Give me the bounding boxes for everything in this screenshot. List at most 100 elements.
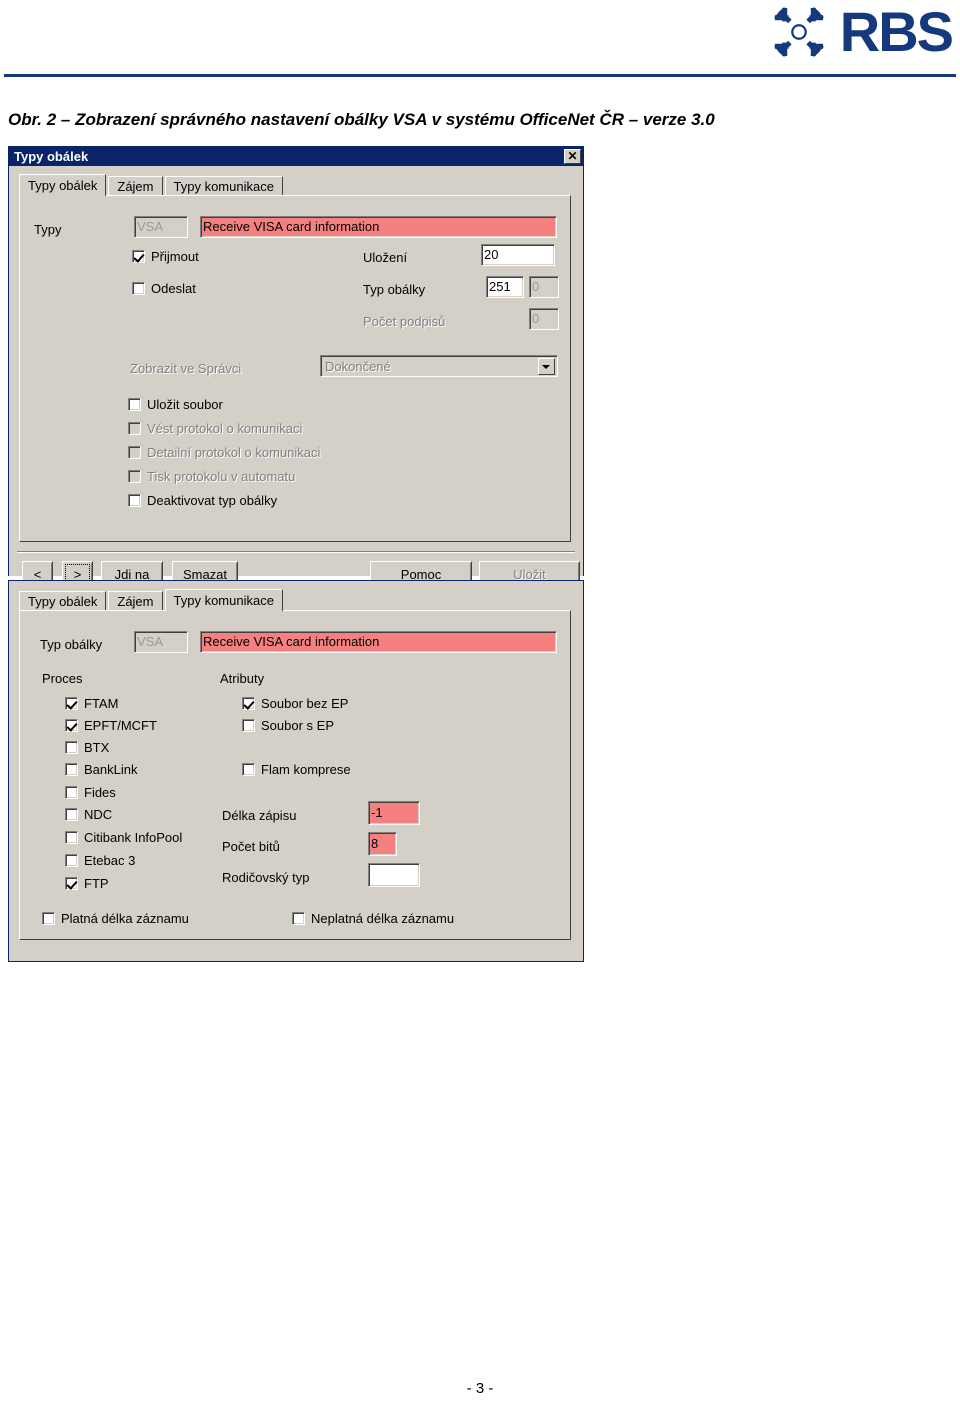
field2-typ-obalky-description[interactable]: Receive VISA card information (200, 631, 557, 653)
checkbox-ndc[interactable]: NDC (65, 807, 112, 822)
checkbox-tisk-protokolu-box (128, 470, 141, 483)
checkbox-ulozit-soubor-label: Uložit soubor (147, 397, 223, 412)
checkbox-odeslat-label: Odeslat (151, 281, 196, 296)
checkbox-vest-protokol[interactable]: Vést protokol o komunikaci (128, 421, 302, 436)
field2-typ-obalky-code[interactable]: VSA (134, 631, 188, 653)
tab2-typy-komunikace[interactable]: Typy komunikace (164, 589, 283, 611)
checkbox-epft-mcft[interactable]: EPFT/MCFT (65, 718, 157, 733)
checkbox-detailni-protokol-box (128, 446, 141, 459)
combo-zobrazit-ve-spravci[interactable]: Dokončené (320, 355, 558, 377)
page-header: RBS (0, 0, 960, 96)
field-typ-obalky[interactable]: 251 (486, 276, 524, 298)
checkbox-banklink-box (65, 763, 78, 776)
checkbox-platna-delka-label: Platná délka záznamu (61, 911, 189, 926)
close-icon[interactable]: ✕ (564, 149, 581, 164)
dialog-typy-obalek: Typy obálek ✕ Typy obálek Zájem Typy kom… (8, 146, 584, 588)
checkbox-banklink-label: BankLink (84, 762, 138, 777)
tab-zajem[interactable]: Zájem (108, 176, 163, 196)
checkbox-deaktivovat-label: Deaktivovat typ obálky (147, 493, 278, 508)
checkbox-ulozit-soubor[interactable]: Uložit soubor (128, 397, 223, 412)
checkbox-btx[interactable]: BTX (65, 740, 109, 755)
checkbox-btx-box (65, 741, 78, 754)
dialog1-tabstrip: Typy obálek Zájem Typy komunikace (19, 174, 285, 196)
rbs-daisy-wheel-icon (773, 6, 824, 58)
checkbox-citibank-infopool-box (65, 831, 78, 844)
checkbox-prijmout-label: Přijmout (151, 249, 199, 264)
checkbox-platna-delka-box (42, 912, 55, 925)
field-ulozeni[interactable]: 20 (481, 244, 555, 266)
checkbox-citibank-infopool[interactable]: Citibank InfoPool (65, 830, 182, 845)
checkbox-flam-komprese[interactable]: Flam komprese (242, 762, 351, 777)
field-typ-obalky-secondary[interactable]: 0 (529, 276, 559, 298)
checkbox-platna-delka-zaznamu[interactable]: Platná délka záznamu (42, 911, 189, 926)
checkbox-neplatna-delka-box (292, 912, 305, 925)
checkbox-etebac-3-box (65, 854, 78, 867)
checkbox-soubor-bez-ep[interactable]: Soubor bez EP (242, 696, 348, 711)
checkbox-neplatna-delka-label: Neplatná délka záznamu (311, 911, 455, 926)
chevron-down-icon[interactable] (538, 357, 555, 375)
checkbox-ftp-label: FTP (84, 876, 109, 891)
dialog1-separator-highlight (17, 552, 575, 553)
rbs-wordmark: RBS (839, 0, 954, 63)
label-typy: Typy (34, 222, 62, 237)
tab2-typy-obalek[interactable]: Typy obálek (19, 591, 107, 611)
checkbox-neplatna-delka-zaznamu[interactable]: Neplatná délka záznamu (292, 911, 454, 926)
checkbox-ndc-label: NDC (84, 807, 113, 822)
label-zobrazit-ve-spravci: Zobrazit ve Správci (130, 361, 242, 376)
checkbox-soubor-s-ep-label: Soubor s EP (261, 718, 334, 733)
checkbox-odeslat-box (132, 282, 145, 295)
checkbox-detailni-protokol[interactable]: Detailní protokol o komunikaci (128, 445, 320, 460)
field-typy-description[interactable]: Receive VISA card information (200, 216, 557, 238)
dialog1-titlebar[interactable]: Typy obálek ✕ (9, 147, 583, 166)
checkbox-banklink[interactable]: BankLink (65, 762, 137, 777)
tab-typy-komunikace[interactable]: Typy komunikace (164, 176, 283, 196)
page-footer: - 3 - (466, 1380, 494, 1397)
field-pocet-bitu[interactable]: 8 (368, 832, 397, 856)
checkbox-ndc-box (65, 808, 78, 821)
field-delka-zapisu[interactable]: -1 (368, 801, 420, 825)
field-rodicovsky-typ[interactable] (368, 863, 420, 887)
checkbox-soubor-s-ep[interactable]: Soubor s EP (242, 718, 334, 733)
label-typ-obalky: Typ obálky (363, 282, 426, 297)
label-pocet-bitu: Počet bitů (222, 839, 280, 854)
dialog-typy-komunikace: Typy obálek Zájem Typy komunikace Typ ob… (8, 580, 584, 962)
figure-caption: Obr. 2 – Zobrazení správného nastavení o… (8, 110, 715, 129)
checkbox-vest-protokol-box (128, 422, 141, 435)
checkbox-etebac-3-label: Etebac 3 (84, 853, 136, 868)
label-ulozeni: Uložení (363, 250, 408, 265)
checkbox-fides-box (65, 786, 78, 799)
checkbox-soubor-s-ep-box (242, 719, 255, 732)
checkbox-fides[interactable]: Fides (65, 785, 116, 800)
label2-typ-obalky: Typ obálky (40, 637, 103, 652)
checkbox-ftam-label: FTAM (84, 696, 119, 711)
checkbox-etebac-3[interactable]: Etebac 3 (65, 853, 135, 868)
checkbox-flam-komprese-box (242, 763, 255, 776)
checkbox-odeslat[interactable]: Odeslat (132, 281, 196, 296)
label-delka-zapisu: Délka zápisu (222, 808, 297, 823)
group-label-atributy: Atributy (220, 671, 265, 686)
field-typy-code[interactable]: VSA (134, 216, 188, 238)
checkbox-detailni-protokol-label: Detailní protokol o komunikaci (147, 445, 321, 460)
checkbox-vest-protokol-label: Vést protokol o komunikaci (147, 421, 303, 436)
checkbox-ftam[interactable]: FTAM (65, 696, 118, 711)
group-label-proces: Proces (42, 671, 83, 686)
combo-zobrazit-value: Dokončené (325, 358, 391, 374)
checkbox-soubor-bez-ep-label: Soubor bez EP (261, 696, 349, 711)
checkbox-tisk-protokolu-label: Tisk protokolu v automatu (147, 469, 296, 484)
header-divider (4, 74, 956, 77)
checkbox-ftp[interactable]: FTP (65, 876, 109, 891)
dialog2-tabpage: Typ obálky VSA Receive VISA card informa… (19, 610, 571, 940)
checkbox-tisk-protokolu[interactable]: Tisk protokolu v automatu (128, 469, 295, 484)
checkbox-ulozit-soubor-box (128, 398, 141, 411)
dialog2-tabstrip: Typy obálek Zájem Typy komunikace (19, 589, 285, 611)
checkbox-deaktivovat-typ-obalky[interactable]: Deaktivovat typ obálky (128, 493, 277, 508)
tab-typy-obalek[interactable]: Typy obálek (19, 174, 107, 196)
dialog1-tabpage: Typy VSA Receive VISA card information P… (19, 195, 571, 542)
checkbox-prijmout-box (132, 250, 145, 263)
field-pocet-podpisu[interactable]: 0 (529, 308, 559, 330)
tab2-zajem[interactable]: Zájem (108, 591, 163, 611)
checkbox-deaktivovat-box (128, 494, 141, 507)
checkbox-epft-mcft-box (65, 719, 78, 732)
checkbox-prijmout[interactable]: Přijmout (132, 249, 199, 264)
checkbox-btx-label: BTX (84, 740, 110, 755)
